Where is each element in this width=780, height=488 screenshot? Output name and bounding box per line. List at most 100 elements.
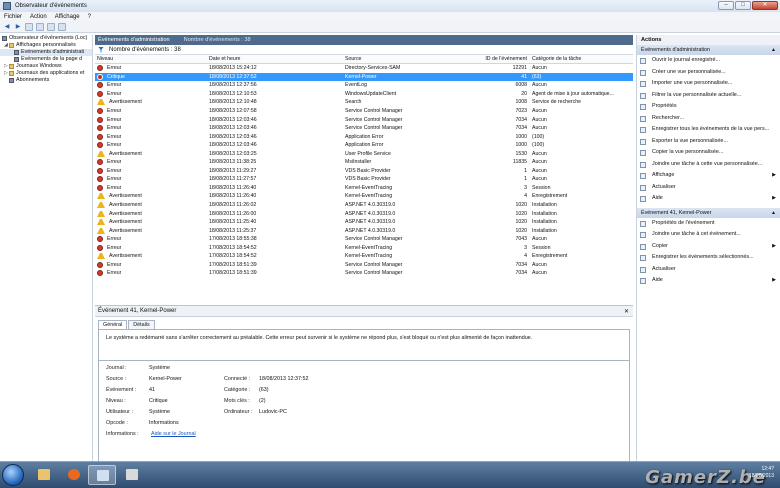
action-item[interactable]: Créer une vue personnalisée... — [637, 67, 780, 79]
table-row[interactable]: Erreur 18/08/2013 11:38:25 MsiInstaller 118… — [95, 158, 633, 167]
cell-level: Avertissement — [95, 253, 207, 260]
firefox-icon — [68, 469, 80, 480]
taskbar-event-viewer[interactable] — [88, 465, 116, 485]
table-row[interactable]: Erreur 17/08/2013 18:54:52 Kernel-EventTra… — [95, 243, 633, 252]
system-tray: 12:4? 18/08/2013 — [749, 466, 774, 480]
table-row[interactable]: Erreur 18/08/2013 12:03:46 Application Err… — [95, 132, 633, 141]
help-icon[interactable] — [47, 22, 55, 31]
action-item[interactable]: Aide ▶ — [637, 275, 780, 287]
menu-action[interactable]: Action — [30, 14, 47, 20]
collapse-arrow-icon[interactable]: ▲ — [771, 45, 776, 55]
table-row[interactable]: Avertissement 18/08/2013 12:03:25 User Pro… — [95, 149, 633, 158]
close-detail-icon[interactable]: ✕ — [624, 308, 629, 315]
tree-windows-logs[interactable]: ▷ Journaux Windows — [0, 63, 92, 70]
action-item[interactable]: Actualiser — [637, 264, 780, 276]
collapse-arrow-icon[interactable]: ▲ — [771, 208, 776, 218]
tab-details[interactable]: Détails — [128, 320, 155, 329]
up-folder-icon[interactable] — [25, 22, 33, 31]
table-row[interactable]: Avertissement 18/08/2013 11:25:37 ASP.NET … — [95, 226, 633, 235]
table-row[interactable]: Erreur 17/08/2013 18:55:38 Service Control… — [95, 235, 633, 244]
action-item[interactable]: Propriétés — [637, 101, 780, 113]
taskbar-app[interactable] — [118, 465, 146, 485]
table-row[interactable]: Avertissement 18/08/2013 11:26:00 ASP.NET … — [95, 209, 633, 218]
tab-general[interactable]: Général — [98, 320, 128, 329]
column-header-source[interactable]: Source — [343, 56, 480, 62]
action-item[interactable]: Affichage ▶ — [637, 170, 780, 182]
action-item[interactable]: Copier la vue personnalisée... — [637, 147, 780, 159]
column-header-level[interactable]: Niveau — [95, 56, 207, 62]
cell-source: Kernel-EventTracing — [345, 253, 393, 260]
error-icon — [97, 236, 103, 243]
table-row[interactable]: Avertissement 17/08/2013 18:54:52 Kernel-E… — [95, 252, 633, 261]
cell-source: Service Control Manager — [345, 270, 403, 277]
action-item[interactable]: Propriétés de l'événement — [637, 218, 780, 230]
table-row[interactable]: Erreur 18/08/2013 12:03:46 Application Err… — [95, 141, 633, 150]
cell-event-id: 11835 — [512, 159, 527, 166]
tree-root[interactable]: Observateur d'événements (Loc) — [0, 35, 92, 42]
table-row[interactable]: Avertissement 18/08/2013 11:26:40 Kernel-E… — [95, 192, 633, 201]
show-hide-tree-icon[interactable] — [36, 22, 44, 31]
table-row[interactable]: Avertissement 18/08/2013 11:26:02 ASP.NET … — [95, 201, 633, 210]
clock-date[interactable]: 18/08/2013 — [749, 473, 774, 480]
cell-event-id: 1 — [524, 176, 527, 183]
warning-icon — [97, 253, 105, 260]
tree-admin-events[interactable]: Événements d'administrati — [0, 49, 92, 56]
action-item[interactable]: Filtrer la vue personnalisée actuelle... — [637, 90, 780, 102]
action-item[interactable]: Joindre une tâche à cet événement... — [637, 229, 780, 241]
table-row[interactable]: Erreur 18/08/2013 12:10:53 WindowsUpdateCl… — [95, 90, 633, 99]
start-button[interactable] — [2, 464, 24, 486]
action-item[interactable]: Enregistrer les événements sélectionnés.… — [637, 252, 780, 264]
clock-time[interactable]: 12:4? — [749, 466, 774, 473]
tree-subscriptions[interactable]: Abonnements — [0, 77, 92, 84]
tree-app-logs[interactable]: ▷ Journaux des applications et — [0, 70, 92, 77]
menu-affichage[interactable]: Affichage — [55, 14, 80, 20]
table-row[interactable]: Avertissement 18/08/2013 11:25:40 ASP.NET … — [95, 218, 633, 227]
actions-section-event[interactable]: Événement 41, Kernel-Power ▲ — [637, 207, 780, 218]
table-row[interactable]: Erreur 18/08/2013 12:07:58 Service Control… — [95, 107, 633, 116]
table-row[interactable]: Erreur 18/08/2013 12:03:46 Service Control… — [95, 115, 633, 124]
column-header-date[interactable]: Date et heure — [207, 56, 343, 62]
action-item[interactable]: Aide ▶ — [637, 193, 780, 205]
action-icon — [640, 278, 646, 284]
minimize-button[interactable]: – — [718, 1, 734, 10]
submenu-arrow-icon: ▶ — [772, 277, 776, 283]
action-item[interactable]: Enregistrer tous les événements de la vu… — [637, 124, 780, 136]
menu-help[interactable]: ? — [88, 14, 91, 20]
maximize-button[interactable]: □ — [735, 1, 751, 10]
table-row[interactable]: Erreur 18/08/2013 11:29:27 VDS Basic Provi… — [95, 167, 633, 176]
action-item[interactable]: Importer une vue personnalisée... — [637, 78, 780, 90]
cell-level: Erreur — [95, 116, 207, 123]
taskbar-explorer[interactable] — [30, 465, 58, 485]
table-row[interactable]: Avertissement 18/08/2013 12:10:48 Search 10… — [95, 98, 633, 107]
table-row[interactable]: Erreur 18/08/2013 11:27:57 VDS Basic Provi… — [95, 175, 633, 184]
table-row[interactable]: Erreur 17/08/2013 18:51:39 Service Control… — [95, 261, 633, 270]
forward-arrow-icon[interactable]: ▶ — [14, 23, 22, 31]
back-arrow-icon[interactable]: ◀ — [3, 23, 11, 31]
action-item[interactable]: Actualiser — [637, 182, 780, 194]
column-header-id[interactable]: ID de l'événement — [480, 56, 530, 62]
tree-page-events[interactable]: Événements de la page d — [0, 56, 92, 63]
column-header-category[interactable]: Catégorie de la tâche — [530, 56, 620, 62]
help-link[interactable]: Aide sur le Journal — [151, 431, 196, 437]
actions-section-view[interactable]: Événements d'administration ▲ — [637, 45, 780, 55]
close-button[interactable]: ✕ — [752, 1, 778, 10]
tree-custom-views[interactable]: ◢ Affichages personnalisés — [0, 42, 92, 49]
value-opcode: Informations — [149, 420, 179, 426]
properties-icon[interactable] — [58, 22, 66, 31]
action-item[interactable]: Exporter la vue personnalisée... — [637, 136, 780, 148]
table-row[interactable]: Erreur 18/08/2013 11:26:40 Kernel-EventTra… — [95, 184, 633, 193]
action-item[interactable]: Rechercher... — [637, 113, 780, 125]
table-row[interactable]: Erreur 18/08/2013 12:37:56 EventLog 6008 Auc… — [95, 81, 633, 90]
cell-event-id: 3 — [524, 184, 527, 191]
menu-fichier[interactable]: Fichier — [4, 14, 22, 20]
table-row[interactable]: Critique 18/08/2013 12:37:52 Kernel-Power 4… — [95, 72, 633, 82]
action-item[interactable]: Ouvrir le journal enregistré... — [637, 55, 780, 67]
table-row[interactable]: Erreur 17/08/2013 18:51:39 Service Control… — [95, 269, 633, 278]
cell-event-id: 7023 — [515, 108, 527, 114]
action-item[interactable]: Joindre une tâche à cette vue personnali… — [637, 159, 780, 171]
table-row[interactable]: Erreur 18/08/2013 12:03:46 Service Control… — [95, 124, 633, 133]
label-keywords: Mots clés : — [224, 398, 250, 404]
action-item[interactable]: Copier ▶ — [637, 241, 780, 253]
taskbar-firefox[interactable] — [60, 465, 88, 485]
table-row[interactable]: Erreur 18/08/2013 15:24:12 Directory-Servi… — [95, 64, 633, 73]
